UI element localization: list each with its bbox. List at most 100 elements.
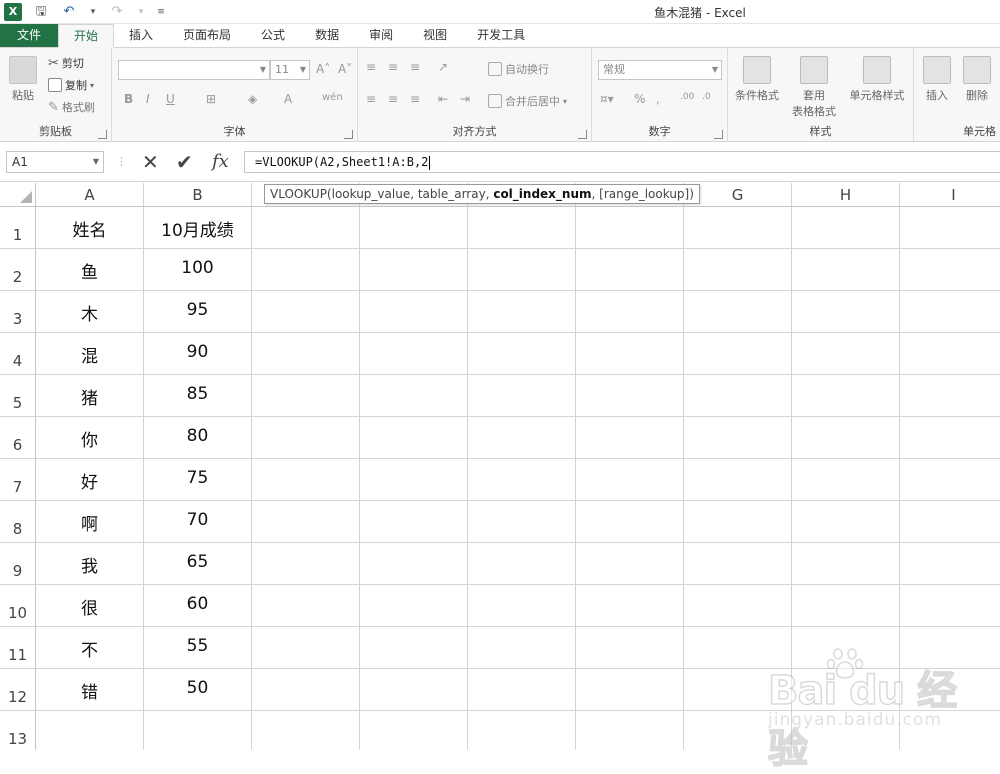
cell-h8[interactable]: [792, 501, 900, 543]
cell-i3[interactable]: [900, 291, 1000, 333]
cell-a12[interactable]: 错: [36, 669, 144, 711]
tab-page-layout[interactable]: 页面布局: [168, 24, 246, 47]
cell-i10[interactable]: [900, 585, 1000, 627]
cell-e3[interactable]: [468, 291, 576, 333]
cell-g4[interactable]: [684, 333, 792, 375]
cell-d3[interactable]: [360, 291, 468, 333]
bold-button[interactable]: B: [124, 92, 133, 106]
row-header[interactable]: 11: [0, 627, 36, 669]
cell-c11[interactable]: [252, 627, 360, 669]
cell-g10[interactable]: [684, 585, 792, 627]
cell-g8[interactable]: [684, 501, 792, 543]
cell-f13[interactable]: [576, 711, 684, 750]
cell-d8[interactable]: [360, 501, 468, 543]
formula-input[interactable]: =VLOOKUP(A2,Sheet1!A:B,2: [244, 151, 1000, 173]
column-header-h[interactable]: H: [792, 183, 900, 207]
paste-button[interactable]: 粘贴: [6, 56, 40, 103]
cell-a5[interactable]: 猪: [36, 375, 144, 417]
row-header[interactable]: 7: [0, 459, 36, 501]
cell-a10[interactable]: 很: [36, 585, 144, 627]
cell-f5[interactable]: [576, 375, 684, 417]
merge-center-button[interactable]: 合并后居中 ▾: [488, 92, 567, 110]
increase-indent-icon[interactable]: ⇥: [460, 92, 470, 106]
cell-f7[interactable]: [576, 459, 684, 501]
cell-f10[interactable]: [576, 585, 684, 627]
phonetic-icon[interactable]: wén: [322, 92, 343, 103]
tab-developer[interactable]: 开发工具: [462, 24, 540, 47]
cell-f9[interactable]: [576, 543, 684, 585]
cell-e10[interactable]: [468, 585, 576, 627]
cell-f1[interactable]: [576, 207, 684, 249]
delete-cells-button[interactable]: 删除: [960, 56, 994, 103]
cell-b7[interactable]: 75: [144, 459, 252, 501]
cell-g7[interactable]: [684, 459, 792, 501]
number-format-combo[interactable]: 常规 ▼: [598, 60, 722, 80]
cell-d6[interactable]: [360, 417, 468, 459]
tab-data[interactable]: 数据: [300, 24, 354, 47]
cell-b6[interactable]: 80: [144, 417, 252, 459]
align-middle-icon[interactable]: ≡: [388, 60, 398, 74]
row-header[interactable]: 1: [0, 207, 36, 249]
percent-icon[interactable]: %: [634, 92, 645, 106]
align-bottom-icon[interactable]: ≡: [410, 60, 420, 74]
cell-b2[interactable]: 100: [144, 249, 252, 291]
font-color-icon[interactable]: A: [284, 92, 292, 106]
cell-b5[interactable]: 85: [144, 375, 252, 417]
cell-c5[interactable]: [252, 375, 360, 417]
cell-a4[interactable]: 混: [36, 333, 144, 375]
cancel-icon[interactable]: ✕: [142, 150, 159, 174]
cell-b9[interactable]: 65: [144, 543, 252, 585]
cell-d7[interactable]: [360, 459, 468, 501]
cell-f6[interactable]: [576, 417, 684, 459]
cell-b1[interactable]: 10月成绩: [144, 207, 252, 249]
cell-g5[interactable]: [684, 375, 792, 417]
cell-b3[interactable]: 95: [144, 291, 252, 333]
cell-b12[interactable]: 50: [144, 669, 252, 711]
cell-a7[interactable]: 好: [36, 459, 144, 501]
cell-d13[interactable]: [360, 711, 468, 750]
alignment-launcher-icon[interactable]: [578, 130, 587, 139]
row-header[interactable]: 8: [0, 501, 36, 543]
cell-i5[interactable]: [900, 375, 1000, 417]
cell-a13[interactable]: [36, 711, 144, 750]
column-header-i[interactable]: I: [900, 183, 1000, 207]
comma-icon[interactable]: ,: [656, 92, 660, 106]
tab-view[interactable]: 视图: [408, 24, 462, 47]
copy-button[interactable]: 复制 ▾: [48, 76, 94, 94]
cell-e4[interactable]: [468, 333, 576, 375]
cell-b11[interactable]: 55: [144, 627, 252, 669]
column-header-b[interactable]: B: [144, 183, 252, 207]
increase-decimal-icon[interactable]: .00: [680, 92, 694, 102]
decrease-indent-icon[interactable]: ⇤: [438, 92, 448, 106]
insert-function-icon[interactable]: fx: [212, 151, 229, 172]
cut-button[interactable]: ✂ 剪切: [48, 54, 84, 72]
wrap-text-button[interactable]: 自动换行: [488, 60, 549, 78]
format-painter-button[interactable]: ✎ 格式刷: [48, 98, 95, 116]
font-launcher-icon[interactable]: [344, 130, 353, 139]
insert-cells-button[interactable]: 插入: [920, 56, 954, 103]
tab-home[interactable]: 开始: [58, 24, 115, 48]
cell-a8[interactable]: 啊: [36, 501, 144, 543]
cell-d5[interactable]: [360, 375, 468, 417]
cell-g9[interactable]: [684, 543, 792, 585]
orientation-icon[interactable]: ↗: [438, 60, 448, 74]
cell-c3[interactable]: [252, 291, 360, 333]
cell-h2[interactable]: [792, 249, 900, 291]
name-box[interactable]: A1 ▼: [6, 151, 104, 173]
cell-e1[interactable]: [468, 207, 576, 249]
cell-f3[interactable]: [576, 291, 684, 333]
cell-h3[interactable]: [792, 291, 900, 333]
cell-f8[interactable]: [576, 501, 684, 543]
column-header-a[interactable]: A: [36, 183, 144, 207]
increase-font-icon[interactable]: A˄: [316, 62, 330, 76]
row-header[interactable]: 5: [0, 375, 36, 417]
cell-d11[interactable]: [360, 627, 468, 669]
decrease-font-icon[interactable]: A˅: [338, 62, 352, 76]
cell-h10[interactable]: [792, 585, 900, 627]
cell-i2[interactable]: [900, 249, 1000, 291]
cell-e8[interactable]: [468, 501, 576, 543]
cell-b13[interactable]: [144, 711, 252, 750]
currency-icon[interactable]: ¤▾: [600, 92, 614, 106]
tab-review[interactable]: 审阅: [354, 24, 408, 47]
cell-i1[interactable]: [900, 207, 1000, 249]
